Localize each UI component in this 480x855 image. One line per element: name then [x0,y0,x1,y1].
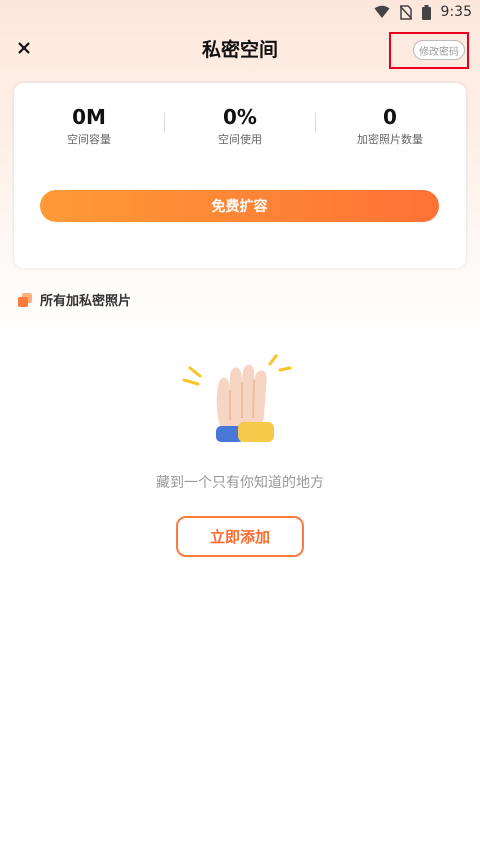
stat-usage-label: 空间使用 [218,133,262,146]
section-title: 所有加私密照片 [40,294,132,309]
stat-divider [164,113,165,133]
stat-capacity: 0M 空间容量 [29,105,149,147]
no-sim-icon [399,4,412,20]
battery-icon [421,4,431,20]
empty-state-text: 藏到一个只有你知道的地方 [156,475,324,491]
add-now-button[interactable]: 立即添加 [176,516,304,557]
status-time: 9:35 [440,4,472,20]
stat-photo-count-value: 0 [383,105,397,129]
change-password-button[interactable]: 修改密码 [413,40,465,60]
title-bar: 私密空间 修改密码 [0,24,480,72]
stat-photo-count: 0 加密照片数量 [330,105,450,147]
stat-photo-count-label: 加密照片数量 [357,133,423,146]
stat-usage: 0% 空间使用 [180,105,300,147]
section-header: 所有加私密照片 [18,290,131,309]
wifi-icon [374,5,390,19]
free-expand-button[interactable]: 免费扩容 [40,190,439,222]
raised-hand-illustration [180,350,300,454]
stat-capacity-value: 0M [72,105,106,129]
stat-capacity-label: 空间容量 [67,133,111,146]
status-bar: 9:35 [0,0,480,24]
stats-card: 0M 空间容量 0% 空间使用 0 加密照片数量 免费扩容 [14,83,466,268]
stat-usage-value: 0% [223,105,257,129]
photos-stack-icon [18,292,32,307]
stat-divider [315,113,316,133]
